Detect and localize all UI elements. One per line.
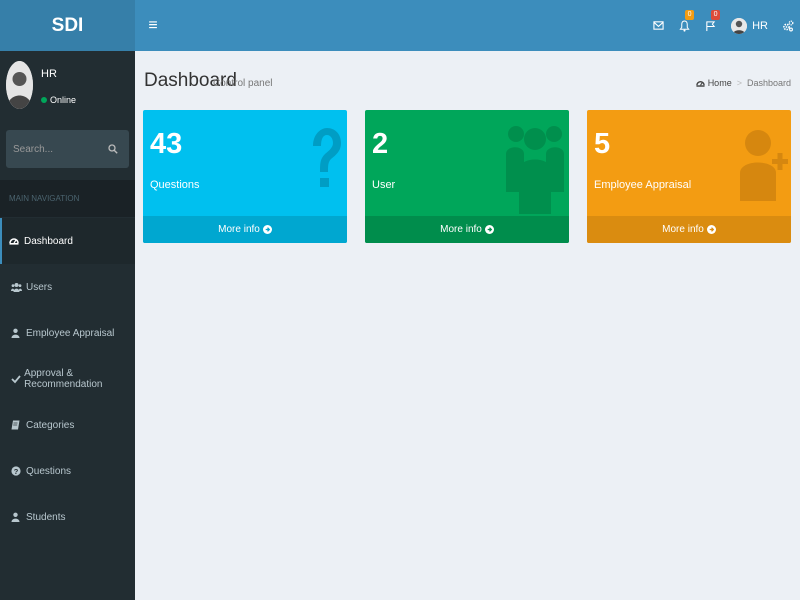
dashboard-icon <box>9 236 22 246</box>
page-subtitle: Control panel <box>213 78 273 89</box>
avatar <box>731 17 748 34</box>
sidebar-item-label: Employee Appraisal <box>26 327 115 339</box>
sidebar-item-questions[interactable]: ? Questions <box>0 448 135 494</box>
sidebar-item-label: Approval & Recommendation <box>24 368 103 390</box>
sidebar-item-approval-recommendation[interactable]: Approval & Recommendation <box>0 356 135 402</box>
sidebar-item-label: Categories <box>26 419 75 431</box>
sidebar-item-employee-appraisal[interactable]: Employee Appraisal <box>0 310 135 356</box>
notifications-badge: 0 <box>685 10 695 20</box>
user-icon <box>11 512 24 522</box>
sidebar-item-users[interactable]: Users <box>0 264 135 310</box>
search-icon <box>108 144 118 154</box>
avatar <box>6 61 33 109</box>
sidebar-item-students[interactable]: Students <box>0 494 135 540</box>
question-icon <box>309 126 343 203</box>
sidebar: HR Online MAIN NAVIGATION Dashboard User <box>0 51 135 600</box>
more-info-link[interactable]: More info <box>365 216 569 243</box>
messages-button[interactable] <box>645 0 671 51</box>
more-info-label: More info <box>440 224 482 235</box>
arrow-circle-right-icon <box>706 225 716 234</box>
box-label: Questions <box>150 179 200 191</box>
envelope-icon <box>652 21 664 30</box>
questions-info-box: 43 Questions More info <box>143 110 347 243</box>
user-plus-icon <box>740 125 788 204</box>
breadcrumb: Home > Dashboard <box>695 78 791 88</box>
svg-text:?: ? <box>14 467 19 476</box>
navbar-right: 0 0 HR <box>645 0 800 51</box>
settings-button[interactable] <box>776 0 800 51</box>
more-info-label: More info <box>218 224 260 235</box>
check-icon <box>11 374 22 384</box>
sidebar-search <box>6 130 129 168</box>
search-input[interactable] <box>6 143 104 155</box>
flags-button[interactable]: 0 <box>697 0 723 51</box>
box-label: Employee Appraisal <box>594 179 692 191</box>
online-status: Online <box>41 95 76 105</box>
nav-header: MAIN NAVIGATION <box>0 180 135 217</box>
sidebar-user-name: HR <box>41 68 57 80</box>
sidebar-item-dashboard[interactable]: Dashboard <box>0 218 135 264</box>
logo[interactable]: SDI <box>0 0 135 51</box>
more-info-label: More info <box>662 224 704 235</box>
sidebar-toggle-button[interactable]: ≡ <box>143 17 163 35</box>
sidebar-item-label: Dashboard <box>24 235 73 247</box>
top-navbar: ≡ 0 0 HR <box>135 0 800 51</box>
breadcrumb-home-link[interactable]: Home <box>708 78 732 88</box>
gears-icon <box>783 20 794 31</box>
users-icon <box>11 282 24 292</box>
search-button[interactable] <box>104 144 122 154</box>
user-icon <box>11 328 24 338</box>
book-icon <box>11 420 24 430</box>
users-info-box: 2 User More info <box>365 110 569 243</box>
sidebar-item-label: Questions <box>26 465 72 477</box>
status-label: Online <box>50 95 77 105</box>
employee-appraisal-info-box: 5 Employee Appraisal More info <box>587 110 791 243</box>
bell-icon <box>678 19 690 32</box>
breadcrumb-current: Dashboard <box>746 78 791 88</box>
sidebar-menu: Dashboard Users Employee Appraisal Appro… <box>0 218 135 540</box>
user-name: HR <box>752 19 768 32</box>
user-menu[interactable]: HR <box>723 0 776 51</box>
notifications-button[interactable]: 0 <box>671 0 697 51</box>
question-circle-icon: ? <box>11 466 24 476</box>
flags-badge: 0 <box>711 10 721 20</box>
flag-icon <box>705 20 715 31</box>
online-dot-icon <box>41 97 47 103</box>
breadcrumb-separator: > <box>736 78 742 88</box>
main-header: SDI ≡ 0 0 HR <box>0 0 800 51</box>
user-panel: HR Online <box>0 51 135 118</box>
box-label: User <box>372 179 396 191</box>
users-icon <box>506 118 564 217</box>
dashboard-icon <box>695 80 705 87</box>
arrow-circle-right-icon <box>262 225 272 234</box>
more-info-link[interactable]: More info <box>143 216 347 243</box>
sidebar-item-categories[interactable]: Categories <box>0 402 135 448</box>
sidebar-item-label: Users <box>26 281 53 293</box>
box-value: 5 <box>594 128 611 160</box>
box-value: 43 <box>150 128 183 160</box>
more-info-link[interactable]: More info <box>587 216 791 243</box>
content-wrapper: Dashboard Control panel Home > Dashboard… <box>135 51 800 600</box>
sidebar-item-label: Students <box>26 511 66 523</box>
arrow-circle-right-icon <box>484 225 494 234</box>
box-value: 2 <box>372 128 389 160</box>
